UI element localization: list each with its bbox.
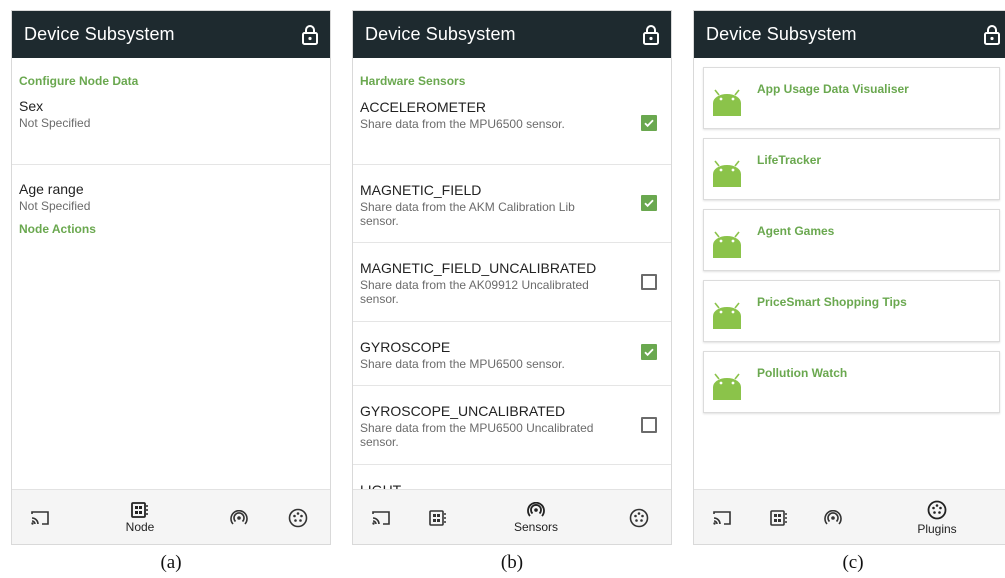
plugin-name: Agent Games xyxy=(757,224,835,238)
pref-title: Sex xyxy=(19,98,44,114)
sensors-icon xyxy=(230,509,248,525)
android-icon xyxy=(713,89,741,116)
sensor-summary: Share data from the MPU6500 Uncalibrated… xyxy=(360,421,594,449)
sensor-row-magnetic-field-uncalibrated[interactable]: MAGNETIC_FIELD_UNCALIBRATED Share data f… xyxy=(353,243,671,322)
checkbox-icon[interactable] xyxy=(641,115,657,131)
sensor-title: ACCELEROMETER xyxy=(360,99,487,115)
android-icon xyxy=(713,160,741,187)
checkbox-icon[interactable] xyxy=(641,344,657,360)
nav-sensors[interactable] xyxy=(224,490,254,544)
sensor-title: MAGNETIC_FIELD xyxy=(360,182,482,198)
app-bar: Device Subsystem xyxy=(12,11,330,58)
bottom-navigation: Sensors xyxy=(353,489,671,544)
cast-icon xyxy=(713,510,731,525)
screen-node: Device Subsystem Configure Node Data Sex… xyxy=(11,10,331,545)
cast-icon xyxy=(31,510,49,525)
section-header-hardware: Hardware Sensors xyxy=(360,74,466,88)
sensor-summary: Share data from the AK09912 Uncalibrated… xyxy=(360,278,589,306)
sensor-summary: Share data from the MPU6500 sensor. xyxy=(360,117,565,131)
app-title: Device Subsystem xyxy=(24,24,175,44)
caption-a: (a) xyxy=(160,552,182,573)
bottom-navigation: Node xyxy=(12,489,330,544)
sensor-title: GYROSCOPE_UNCALIBRATED xyxy=(360,403,566,419)
pref-sex[interactable]: Sex Not Specified xyxy=(12,98,330,165)
app-bar: Device Subsystem xyxy=(353,11,671,58)
lock-icon[interactable] xyxy=(300,24,320,46)
sensor-summary: Share data from the AKM Calibration Lib … xyxy=(360,200,575,228)
checkbox-icon[interactable] xyxy=(641,417,657,433)
plugin-name: App Usage Data Visualiser xyxy=(757,82,909,96)
plugin-card[interactable]: App Usage Data Visualiser xyxy=(703,67,1000,129)
pref-title: Age range xyxy=(19,181,84,197)
screen-sensors: Device Subsystem Hardware Sensors ACCELE… xyxy=(352,10,672,545)
nav-node[interactable]: Node xyxy=(112,490,168,544)
android-icon xyxy=(713,373,741,400)
sensor-row-gyroscope-uncalibrated[interactable]: GYROSCOPE_UNCALIBRATED Share data from t… xyxy=(353,386,671,465)
sensor-title: LIGHT xyxy=(360,481,664,489)
plugin-card[interactable]: PriceSmart Shopping Tips xyxy=(703,280,1000,342)
sensor-row-accelerometer[interactable]: ACCELEROMETER Share data from the MPU650… xyxy=(353,98,671,165)
node-icon xyxy=(770,509,787,526)
plugin-card[interactable]: Pollution Watch xyxy=(703,351,1000,413)
sensor-row-gyroscope[interactable]: GYROSCOPE Share data from the MPU6500 se… xyxy=(353,322,671,386)
nav-label-node: Node xyxy=(125,519,155,534)
app-title: Device Subsystem xyxy=(365,24,516,44)
android-icon xyxy=(713,302,741,329)
sensor-list: Hardware Sensors ACCELEROMETER Share dat… xyxy=(353,58,671,489)
sensors-icon xyxy=(824,509,842,525)
nav-cast[interactable] xyxy=(363,490,399,544)
sensor-row-magnetic-field[interactable]: MAGNETIC_FIELD Share data from the AKM C… xyxy=(353,165,671,243)
nav-plugins[interactable] xyxy=(623,490,655,544)
plugins-icon xyxy=(288,508,308,527)
section-header-actions: Node Actions xyxy=(19,222,96,236)
plugins-icon xyxy=(927,500,947,519)
pref-age-range[interactable]: Age range Not Specified xyxy=(12,165,330,222)
app-title: Device Subsystem xyxy=(706,24,857,44)
node-icon xyxy=(429,509,446,526)
nav-sensors[interactable] xyxy=(818,490,848,544)
lock-icon[interactable] xyxy=(982,24,1002,46)
plugins-icon xyxy=(629,508,649,527)
caption-c: (c) xyxy=(842,552,864,573)
screen-plugins: Device Subsystem App Usage Data Visualis… xyxy=(693,10,1005,545)
plugin-list: App Usage Data Visualiser LifeTracker Ag… xyxy=(694,58,1005,489)
checkbox-icon[interactable] xyxy=(641,195,657,211)
nav-label-sensors: Sensors xyxy=(513,519,559,534)
cast-icon xyxy=(372,510,390,525)
plugin-card[interactable]: Agent Games xyxy=(703,209,1000,271)
nav-sensors[interactable]: Sensors xyxy=(503,490,569,544)
node-icon xyxy=(131,501,148,518)
plugin-name: Pollution Watch xyxy=(757,366,848,380)
sensor-title: MAGNETIC_FIELD_UNCALIBRATED xyxy=(360,260,597,276)
sensor-title: GYROSCOPE xyxy=(360,339,451,355)
caption-b: (b) xyxy=(500,552,524,573)
nav-label-plugins: Plugins xyxy=(917,521,957,536)
sensor-row-light[interactable]: LIGHT xyxy=(353,465,671,489)
plugin-card[interactable]: LifeTracker xyxy=(703,138,1000,200)
plugin-name: PriceSmart Shopping Tips xyxy=(757,295,907,309)
sensor-summary: Share data from the MPU6500 sensor. xyxy=(360,357,565,371)
app-bar: Device Subsystem xyxy=(694,11,1005,58)
sensors-icon xyxy=(527,501,545,517)
android-icon xyxy=(713,231,741,258)
plugin-name: LifeTracker xyxy=(757,153,822,167)
checkbox-icon[interactable] xyxy=(641,274,657,290)
pref-summary: Not Specified xyxy=(19,199,91,213)
nav-node[interactable] xyxy=(764,490,794,544)
nav-cast[interactable] xyxy=(704,490,740,544)
bottom-navigation: Plugins xyxy=(694,489,1005,544)
nav-plugins[interactable] xyxy=(282,490,314,544)
nav-node[interactable] xyxy=(423,490,453,544)
node-settings: Configure Node Data Sex Not Specified Ag… xyxy=(12,58,330,489)
section-header-configure: Configure Node Data xyxy=(19,74,139,88)
nav-plugins[interactable]: Plugins xyxy=(906,490,968,544)
pref-summary: Not Specified xyxy=(19,116,91,130)
lock-icon[interactable] xyxy=(641,24,661,46)
nav-cast[interactable] xyxy=(22,490,58,544)
